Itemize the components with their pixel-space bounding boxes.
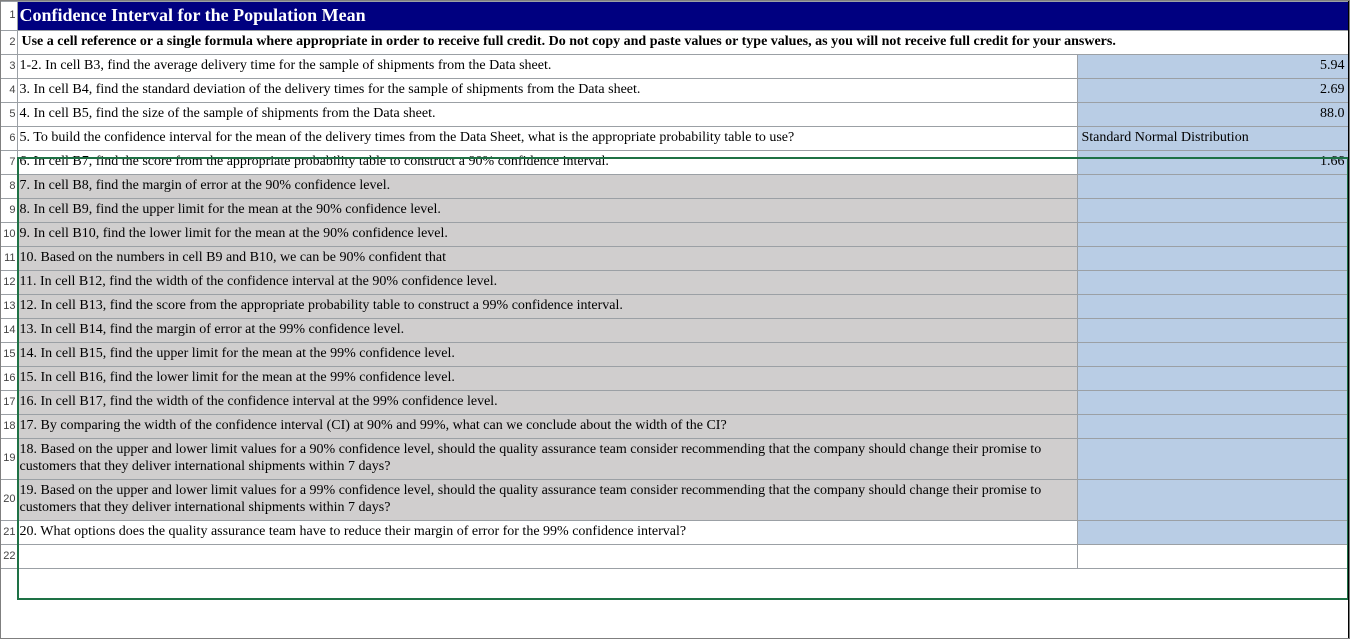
row-header[interactable]: 6 bbox=[1, 126, 17, 150]
row-header[interactable]: 20 bbox=[1, 479, 17, 520]
row-header[interactable]: 17 bbox=[1, 390, 17, 414]
answer-cell[interactable] bbox=[1077, 342, 1349, 366]
question-cell[interactable]: 10. Based on the numbers in cell B9 and … bbox=[17, 246, 1077, 270]
row-header[interactable]: 9 bbox=[1, 198, 17, 222]
row-header[interactable]: 2 bbox=[1, 30, 17, 54]
answer-cell[interactable] bbox=[1077, 414, 1349, 438]
row-header[interactable]: 13 bbox=[1, 294, 17, 318]
question-cell[interactable]: 18. Based on the upper and lower limit v… bbox=[17, 438, 1077, 479]
answer-cell[interactable] bbox=[1077, 294, 1349, 318]
answer-cell[interactable] bbox=[1077, 438, 1349, 479]
row-header[interactable]: 10 bbox=[1, 222, 17, 246]
row-header[interactable]: 3 bbox=[1, 54, 17, 78]
answer-cell[interactable]: 1.66 bbox=[1077, 150, 1349, 174]
row-header[interactable]: 7 bbox=[1, 150, 17, 174]
question-cell[interactable]: 9. In cell B10, find the lower limit for… bbox=[17, 222, 1077, 246]
question-cell[interactable]: 19. Based on the upper and lower limit v… bbox=[17, 479, 1077, 520]
answer-cell[interactable] bbox=[1077, 222, 1349, 246]
question-cell[interactable]: 15. In cell B16, find the lower limit fo… bbox=[17, 366, 1077, 390]
row-header[interactable]: 22 bbox=[1, 544, 17, 568]
question-cell[interactable]: 20. What options does the quality assura… bbox=[17, 520, 1077, 544]
question-cell[interactable]: 12. In cell B13, find the score from the… bbox=[17, 294, 1077, 318]
answer-cell[interactable] bbox=[1077, 366, 1349, 390]
answer-cell[interactable]: 5.94 bbox=[1077, 54, 1349, 78]
row-header[interactable]: 14 bbox=[1, 318, 17, 342]
answer-cell[interactable] bbox=[1077, 198, 1349, 222]
answer-cell[interactable] bbox=[1077, 246, 1349, 270]
row-header[interactable]: 11 bbox=[1, 246, 17, 270]
answer-cell[interactable] bbox=[1077, 479, 1349, 520]
row-header[interactable]: 21 bbox=[1, 520, 17, 544]
row-header[interactable]: 8 bbox=[1, 174, 17, 198]
answer-cell[interactable]: 2.69 bbox=[1077, 78, 1349, 102]
answer-cell[interactable]: 88.0 bbox=[1077, 102, 1349, 126]
row-header[interactable]: 19 bbox=[1, 438, 17, 479]
answer-cell[interactable] bbox=[1077, 390, 1349, 414]
sheet-right-border bbox=[1348, 1, 1349, 638]
row-header[interactable]: 15 bbox=[1, 342, 17, 366]
spreadsheet-viewport: 1Confidence Interval for the Population … bbox=[0, 0, 1350, 639]
row-header[interactable]: 4 bbox=[1, 78, 17, 102]
answer-cell[interactable] bbox=[1077, 520, 1349, 544]
question-cell[interactable]: 8. In cell B9, find the upper limit for … bbox=[17, 198, 1077, 222]
question-cell[interactable]: 3. In cell B4, find the standard deviati… bbox=[17, 78, 1077, 102]
row-header[interactable]: 5 bbox=[1, 102, 17, 126]
row-header[interactable]: 18 bbox=[1, 414, 17, 438]
answer-cell[interactable] bbox=[1077, 270, 1349, 294]
worksheet-table: 1Confidence Interval for the Population … bbox=[1, 1, 1350, 569]
answer-cell[interactable] bbox=[1077, 318, 1349, 342]
instructions-cell[interactable]: Use a cell reference or a single formula… bbox=[17, 30, 1349, 54]
empty-cell[interactable] bbox=[1077, 544, 1349, 568]
question-cell[interactable]: 1-2. In cell B3, find the average delive… bbox=[17, 54, 1077, 78]
answer-cell[interactable]: Standard Normal Distribution bbox=[1077, 126, 1349, 150]
question-cell[interactable]: 7. In cell B8, find the margin of error … bbox=[17, 174, 1077, 198]
row-header[interactable]: 12 bbox=[1, 270, 17, 294]
sheet-title[interactable]: Confidence Interval for the Population M… bbox=[17, 2, 1349, 31]
question-cell[interactable]: 17. By comparing the width of the confid… bbox=[17, 414, 1077, 438]
question-cell[interactable]: 6. In cell B7, find the score from the a… bbox=[17, 150, 1077, 174]
question-cell[interactable]: 14. In cell B15, find the upper limit fo… bbox=[17, 342, 1077, 366]
row-header[interactable]: 16 bbox=[1, 366, 17, 390]
empty-cell[interactable] bbox=[17, 544, 1077, 568]
question-cell[interactable]: 16. In cell B17, find the width of the c… bbox=[17, 390, 1077, 414]
row-header[interactable]: 1 bbox=[1, 2, 17, 31]
question-cell[interactable]: 11. In cell B12, find the width of the c… bbox=[17, 270, 1077, 294]
question-cell[interactable]: 5. To build the confidence interval for … bbox=[17, 126, 1077, 150]
question-cell[interactable]: 13. In cell B14, find the margin of erro… bbox=[17, 318, 1077, 342]
question-cell[interactable]: 4. In cell B5, find the size of the samp… bbox=[17, 102, 1077, 126]
answer-cell[interactable] bbox=[1077, 174, 1349, 198]
